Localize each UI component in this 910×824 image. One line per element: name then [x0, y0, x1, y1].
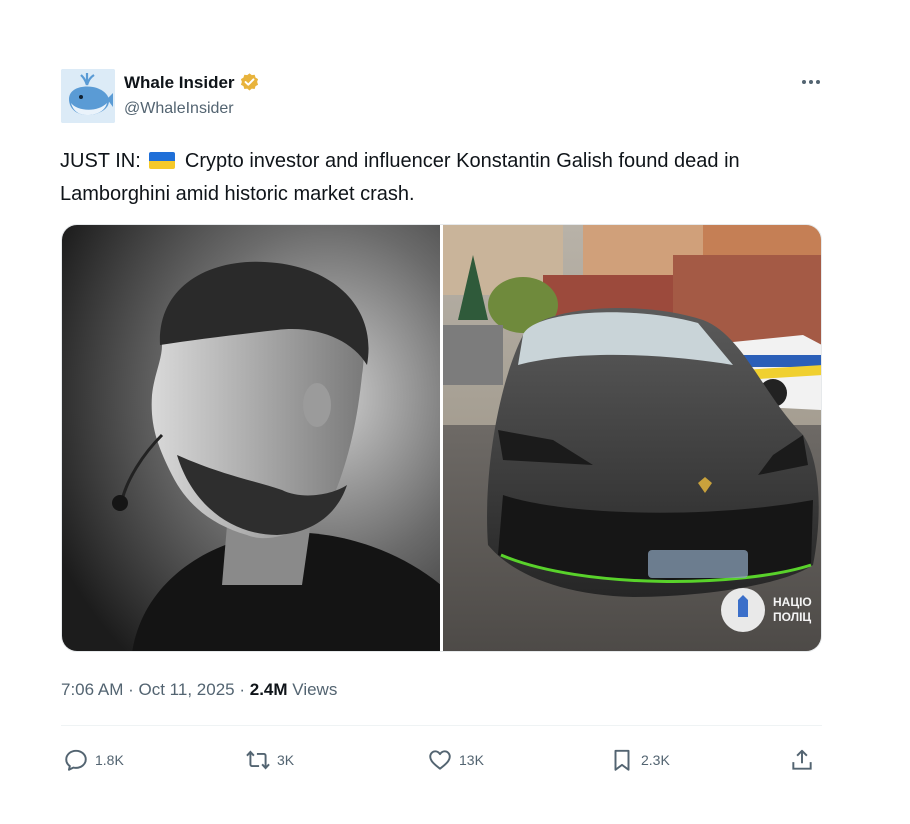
retweet-icon: [246, 750, 270, 770]
more-dots-icon: [802, 80, 820, 84]
views-count: 2.4M: [249, 680, 288, 699]
bookmark-icon: [614, 749, 630, 771]
tweet-prefix: JUST IN:: [60, 150, 141, 172]
tweet-text: JUST IN: Crypto investor and influencer …: [60, 145, 800, 211]
avatar[interactable]: [61, 69, 115, 123]
more-options-button[interactable]: [798, 72, 824, 92]
bookmark-count: 2.3K: [641, 752, 670, 768]
ukraine-flag-icon: [149, 152, 176, 169]
watermark-text-2: ПОЛІЦ: [773, 610, 811, 624]
reply-icon: [65, 749, 87, 771]
reply-count: 1.8K: [95, 752, 124, 768]
whale-logo-icon: [61, 69, 115, 123]
tweet-date[interactable]: Oct 11, 2025: [139, 680, 235, 699]
portrait-photo-icon: [62, 225, 440, 651]
bookmark-button[interactable]: 2.3K: [609, 740, 670, 780]
divider: [61, 725, 822, 726]
car-photo-icon: НАЦІО ПОЛІЦ: [443, 225, 821, 651]
meta-separator: ·: [239, 680, 246, 699]
share-button[interactable]: [789, 740, 815, 780]
reply-button[interactable]: 1.8K: [63, 740, 124, 780]
media-right-photo[interactable]: НАЦІО ПОЛІЦ: [443, 225, 821, 651]
meta-separator: ·: [128, 680, 134, 699]
tweet-time[interactable]: 7:06 AM: [61, 680, 123, 699]
verified-badge-icon: [240, 73, 258, 91]
like-count: 13K: [459, 752, 484, 768]
watermark-text: НАЦІО: [773, 595, 812, 609]
tweet-media[interactable]: НАЦІО ПОЛІЦ: [61, 224, 822, 652]
share-icon: [792, 749, 812, 770]
retweet-count: 3K: [277, 752, 295, 768]
author-handle[interactable]: @WhaleInsider: [124, 100, 234, 118]
like-button[interactable]: 13K: [427, 740, 484, 780]
heart-icon: [429, 750, 451, 770]
author-name-row: Whale Insider: [124, 72, 260, 93]
retweet-button[interactable]: 3K: [245, 740, 294, 780]
tweet-actions: 1.8K 3K 13K 2.3K: [61, 740, 822, 780]
views-label: Views: [292, 680, 338, 699]
author-display-name[interactable]: Whale Insider: [124, 73, 235, 93]
media-left-photo[interactable]: [62, 225, 440, 651]
tweet-meta: 7:06 AM · Oct 11, 2025 · 2.4M Views: [61, 680, 337, 700]
